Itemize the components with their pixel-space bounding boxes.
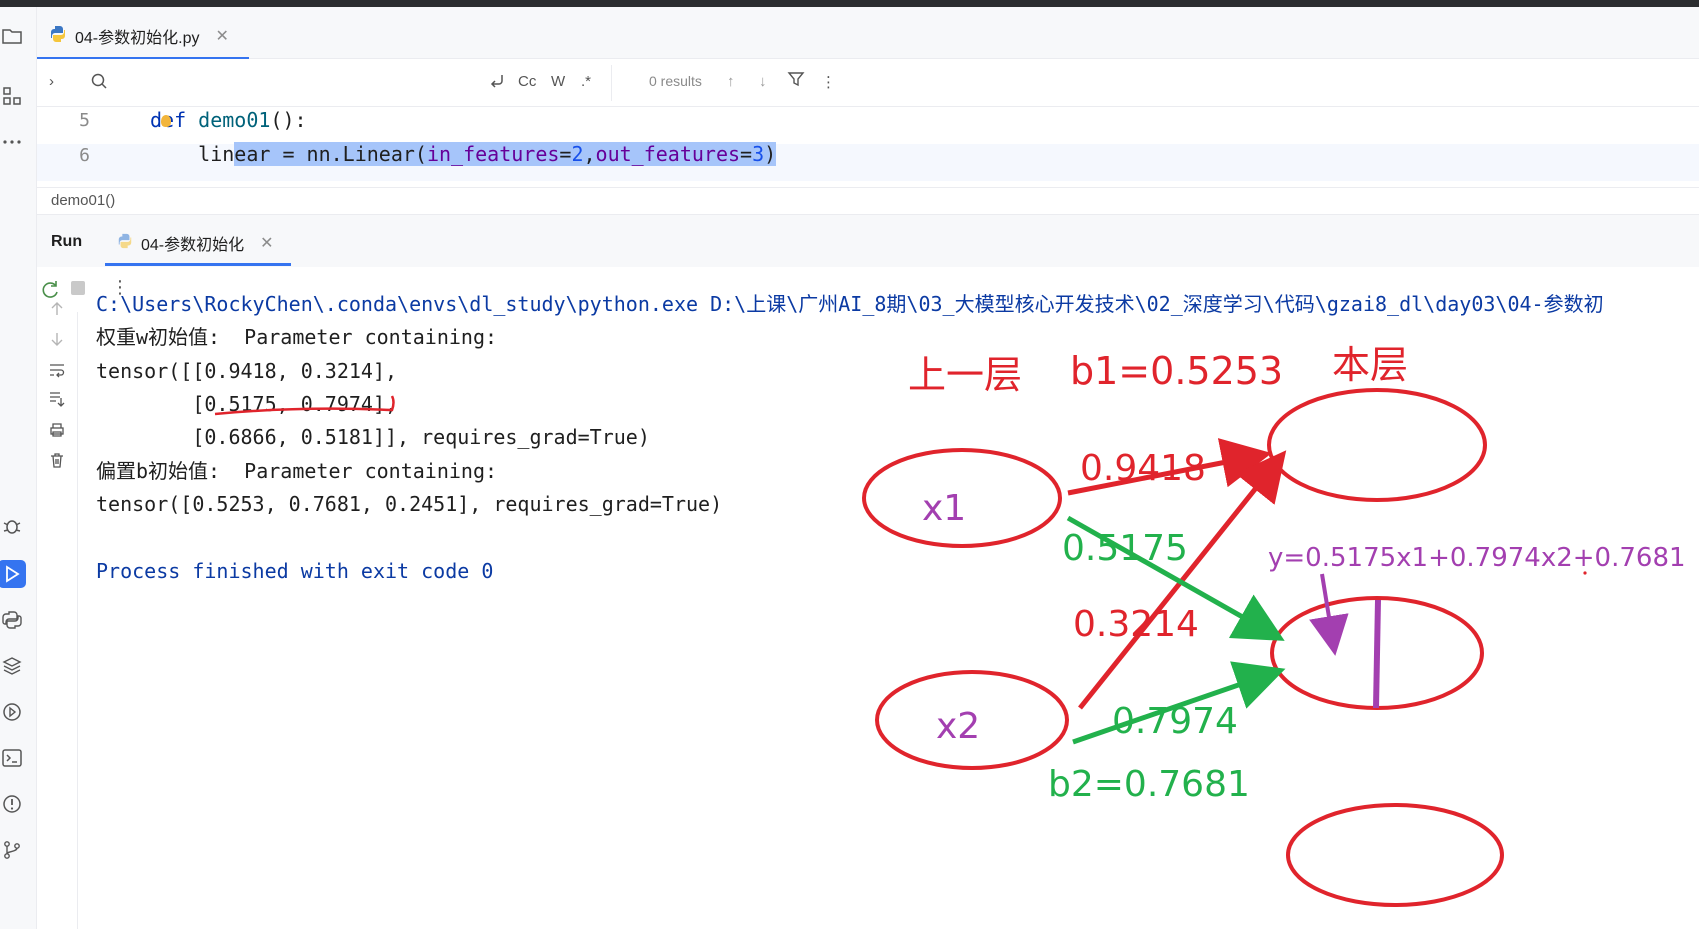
label-w21: 0.3214 — [1073, 604, 1199, 645]
label-b1: b1=0.5253 — [1070, 349, 1283, 393]
code-token: ) — [764, 142, 777, 166]
handwritten-annotation: 上一层 b1=0.5253 本层 x1 x2 0.9418 0.5175 0.3… — [214, 343, 1686, 907]
number-literal: 3 — [752, 142, 765, 166]
label-prev-layer: 上一层 — [908, 353, 1022, 397]
label-w11: 0.9418 — [1080, 448, 1206, 489]
code-token: = — [740, 142, 753, 166]
code-token: = — [559, 142, 572, 166]
line-number: 6 — [79, 145, 90, 166]
selected-text: ear = nn.Linear(in_features=2,out_featur… — [234, 142, 777, 166]
param-name: in_features — [426, 142, 560, 166]
code-token: ear = nn.Linear( — [234, 142, 427, 166]
code-token: lin — [198, 142, 235, 166]
label-b2: b2=0.7681 — [1048, 764, 1250, 805]
neuron-output-3 — [1286, 803, 1504, 907]
underline-mark — [214, 395, 395, 416]
code-line-6: linear = nn.Linear(in_features=2,out_fea… — [150, 142, 777, 166]
label-x2: x2 — [936, 706, 980, 747]
code-token: , — [583, 142, 596, 166]
neuron-output-1 — [1267, 388, 1487, 502]
number-literal: 2 — [571, 142, 584, 166]
neuron-divider — [1373, 599, 1381, 709]
label-w12: 0.5175 — [1062, 528, 1188, 569]
label-this-layer: 本层 — [1332, 343, 1408, 387]
param-name: out_features — [595, 142, 741, 166]
label-formula: y=0.5175x1+0.7974x2+0.7681 — [1268, 543, 1686, 573]
formula-arrow — [1309, 573, 1349, 656]
label-w22: 0.7974 — [1112, 701, 1238, 742]
label-x1: x1 — [922, 488, 966, 529]
